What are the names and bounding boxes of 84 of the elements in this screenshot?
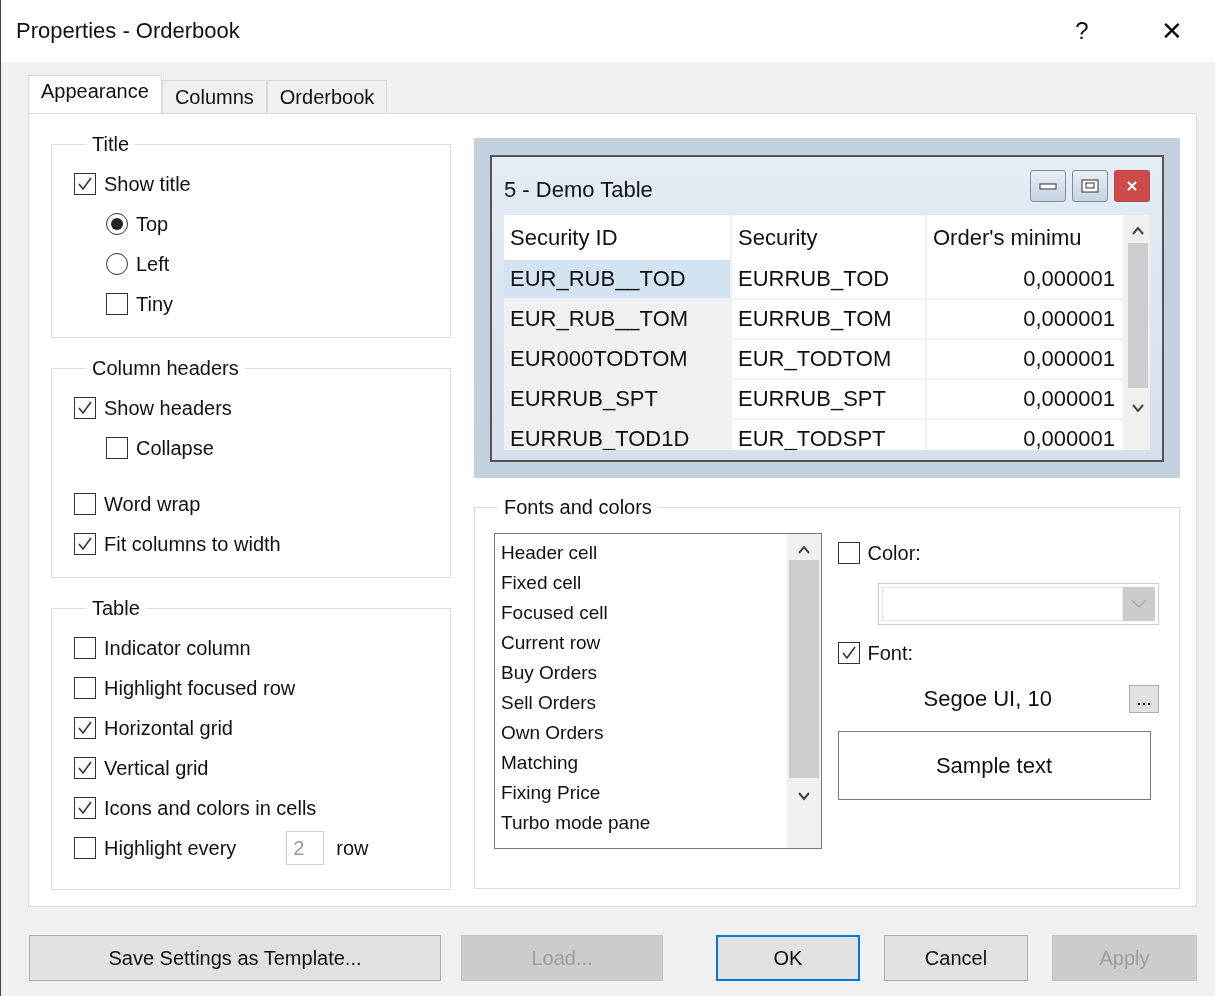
list-item[interactable]: Focused cell: [501, 598, 787, 628]
table-cell: 0,000001: [927, 260, 1125, 300]
radio-label: Left: [136, 252, 170, 276]
checkbox-label: Show headers: [104, 396, 232, 420]
help-button[interactable]: ?: [1047, 17, 1117, 45]
checkbox-label: Highlight focused row: [104, 676, 296, 700]
checkbox-label: Indicator column: [104, 636, 251, 660]
list-item[interactable]: Own Orders: [501, 718, 787, 748]
table-cell: EURRUB_TOM: [732, 300, 927, 340]
group-title: Column headers: [91, 357, 240, 380]
group-title: Table: [91, 597, 141, 620]
column-header[interactable]: Security ID: [504, 215, 732, 260]
font-value: Segoe UI, 10: [923, 686, 1053, 712]
tab[interactable]: Columns: [161, 80, 267, 113]
checkbox[interactable]: [74, 493, 96, 515]
list-item[interactable]: Sell Orders: [501, 688, 787, 718]
list-item[interactable]: Current row: [501, 628, 787, 658]
table-cell: 0,000001: [927, 420, 1125, 450]
scrollbar[interactable]: [1125, 215, 1150, 450]
table-cell: EURRUB_SPT: [504, 380, 732, 420]
table-cell: 0,000001: [927, 300, 1125, 340]
checkbox[interactable]: [837, 642, 860, 664]
cancel-button[interactable]: Cancel: [884, 935, 1028, 981]
group-title: Title: [91, 133, 131, 156]
radio-button[interactable]: [106, 253, 128, 275]
column-header[interactable]: Security: [732, 215, 927, 260]
checkbox-label: Horizontal grid: [104, 716, 233, 740]
tab[interactable]: Appearance: [28, 75, 162, 113]
list-item[interactable]: Turbo mode pane: [501, 808, 787, 838]
close-icon: [1126, 180, 1138, 192]
checkbox-label: Color:: [867, 541, 921, 565]
radio-label: Top: [136, 212, 169, 236]
table-cell: EUR000TODTOM: [504, 340, 732, 380]
checkbox-label: Highlight every: [104, 836, 237, 860]
checkbox[interactable]: [74, 677, 96, 699]
table-cell: EUR_TODTOM: [732, 340, 927, 380]
list-item[interactable]: Fixed cell: [501, 568, 787, 598]
table-cell: 0,000001: [927, 340, 1125, 380]
list-item[interactable]: Matching: [501, 748, 787, 778]
checkbox[interactable]: [74, 797, 96, 819]
table-cell: EURRUB_TOD1D: [504, 420, 732, 450]
table-cell: EUR_RUB__TOD: [504, 260, 732, 300]
close-button[interactable]: [1114, 170, 1150, 202]
checkbox-label: Collapse: [136, 436, 214, 460]
maximize-icon: [1080, 178, 1100, 194]
column-header[interactable]: Order's minimu: [927, 215, 1125, 260]
table-cell: 0,000001: [927, 380, 1125, 420]
maximize-button[interactable]: [1072, 170, 1108, 202]
close-button[interactable]: ✕: [1137, 15, 1207, 47]
list-item[interactable]: Fixing Price: [501, 778, 787, 808]
scrollbar[interactable]: [786, 534, 821, 848]
table-cell: EURRUB_SPT: [732, 380, 927, 420]
checkbox-label: Tiny: [136, 292, 174, 316]
window-title: Properties - Orderbook: [16, 18, 241, 44]
ok-button[interactable]: OK: [716, 935, 860, 981]
checkbox[interactable]: [74, 173, 96, 195]
table-cell: EUR_TODSPT: [732, 420, 927, 450]
table-cell: EURRUB_TOD: [732, 260, 927, 300]
tab[interactable]: Orderbook: [266, 80, 388, 113]
save-template-button[interactable]: Save Settings as Template...: [29, 935, 441, 981]
checkbox[interactable]: [74, 757, 96, 779]
window-title: 5 - Demo Table: [504, 176, 654, 203]
unit-label: row: [336, 836, 369, 860]
list-box[interactable]: Header cell Fixed cell Focused cell Current row Buy Orders Sell Orders Own Orders Matching Fixing Price Turbo mode pane: [494, 533, 822, 849]
checkbox[interactable]: [74, 397, 96, 419]
browse-button[interactable]: ...: [1129, 685, 1159, 713]
radio-button[interactable]: [106, 213, 128, 235]
checkbox[interactable]: [106, 437, 128, 459]
list-item[interactable]: Buy Orders: [501, 658, 787, 688]
list-item[interactable]: Header cell: [501, 538, 787, 568]
table-cell: EUR_RUB__TOM: [504, 300, 732, 340]
minimize-button[interactable]: [1030, 170, 1066, 202]
checkbox[interactable]: [74, 533, 96, 555]
checkbox[interactable]: [74, 637, 96, 659]
checkbox-label: Icons and colors in cells: [104, 796, 317, 820]
checkbox[interactable]: [74, 717, 96, 739]
checkbox-label: Vertical grid: [104, 756, 209, 780]
checkbox-label: Word wrap: [104, 492, 201, 516]
checkbox-label: Font:: [867, 641, 914, 665]
sample-text: Sample text: [837, 731, 1151, 800]
group-title: Fonts and colors: [503, 496, 653, 519]
checkbox[interactable]: [106, 293, 128, 315]
checkbox-label: Fit columns to width: [104, 532, 281, 556]
checkbox-label: Show title: [104, 172, 191, 196]
